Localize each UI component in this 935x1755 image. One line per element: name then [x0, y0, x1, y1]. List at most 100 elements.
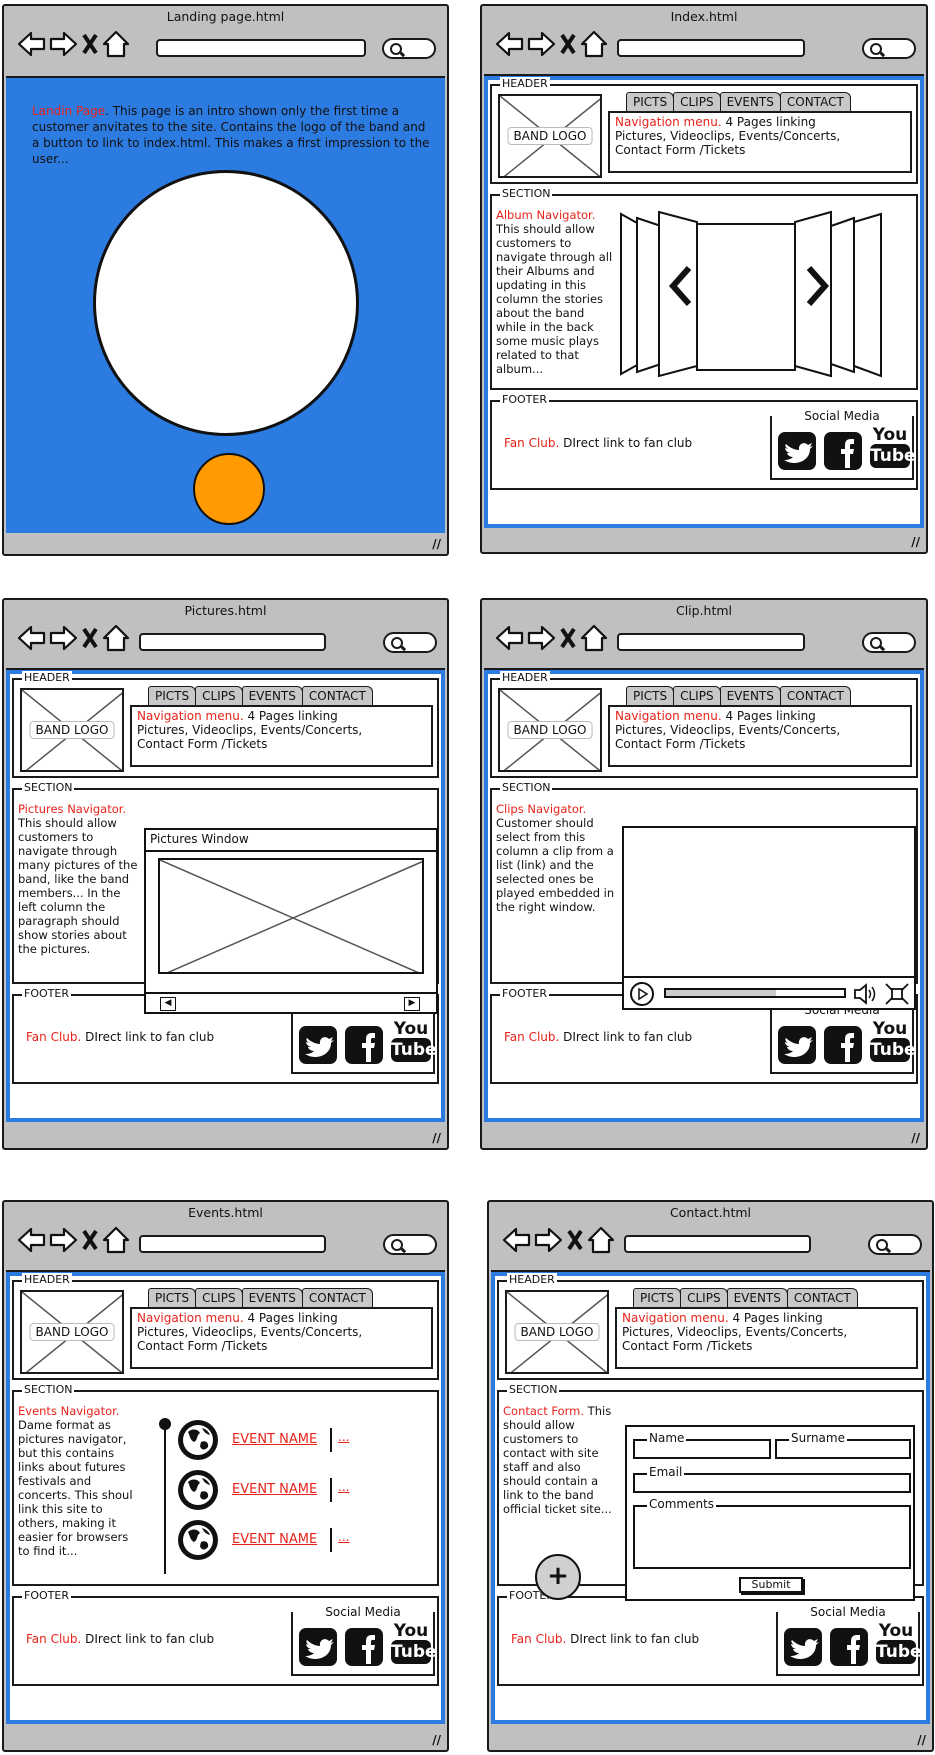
index-window: Index.html HEADER BAND LOGO PICTS CLIPS EVEN…: [480, 4, 928, 554]
band-logo[interactable]: BAND LOGO: [20, 1290, 124, 1374]
twitter-icon[interactable]: [299, 1026, 337, 1064]
youtube-icon[interactable]: You Tube: [391, 1622, 437, 1670]
tab-clips[interactable]: CLIPS: [195, 1288, 243, 1307]
address-bar[interactable]: [139, 633, 326, 651]
tab-clips[interactable]: CLIPS: [680, 1288, 728, 1307]
name-field[interactable]: Name: [633, 1431, 771, 1459]
search-field[interactable]: [383, 1234, 437, 1255]
twitter-icon[interactable]: [778, 1026, 816, 1064]
band-logo[interactable]: BAND LOGO: [498, 94, 602, 178]
tab-events[interactable]: EVENTS: [241, 686, 303, 705]
navigation-menu: Navigation menu. 4 Pages linking Pictures…: [608, 111, 912, 173]
search-field[interactable]: [862, 38, 916, 59]
progress-bar[interactable]: [664, 988, 846, 998]
tab-clips[interactable]: CLIPS: [673, 686, 721, 705]
tab-events[interactable]: EVENTS: [719, 92, 781, 111]
resize-grip-icon[interactable]: //: [911, 535, 920, 549]
facebook-icon[interactable]: [824, 1026, 862, 1064]
tab-contact[interactable]: CONTACT: [786, 1288, 858, 1307]
window-title: Events.html: [188, 1205, 263, 1220]
fan-club-link[interactable]: Fan Club. DIrect link to fan club: [504, 1030, 692, 1044]
tab-contact[interactable]: CONTACT: [779, 686, 851, 705]
search-field[interactable]: [862, 632, 916, 653]
facebook-icon[interactable]: [830, 1628, 868, 1666]
youtube-icon[interactable]: You Tube: [876, 1622, 922, 1670]
search-field[interactable]: [868, 1234, 922, 1255]
page-content: HEADER BAND LOGO PICTS CLIPS EVENTS CONTACT Na…: [6, 668, 445, 1122]
play-button-icon[interactable]: [630, 982, 654, 1006]
fan-club-link[interactable]: Fan Club. DIrect link to fan club: [511, 1632, 699, 1646]
comments-field[interactable]: Comments: [633, 1497, 911, 1569]
submit-button[interactable]: Submit: [739, 1577, 803, 1593]
resize-grip-icon[interactable]: //: [432, 537, 441, 551]
youtube-icon[interactable]: You Tube: [870, 1020, 916, 1068]
volume-icon[interactable]: [852, 982, 878, 1006]
facebook-icon[interactable]: [824, 432, 862, 470]
event-name-link[interactable]: EVENT NAME: [232, 1482, 317, 1497]
fan-club-link[interactable]: Fan Club. DIrect link to fan club: [26, 1030, 214, 1044]
events-window: Events.html HEADER BAND LOGO PICTS CLIPS EVE…: [2, 1200, 449, 1752]
tab-picts[interactable]: PICTS: [633, 1288, 682, 1307]
facebook-icon[interactable]: [345, 1026, 383, 1064]
page-content: HEADER BAND LOGO PICTS CLIPS EVENTS CONTACT Na…: [491, 1270, 930, 1724]
scroll-left-button[interactable]: ◀: [160, 997, 176, 1011]
search-field[interactable]: [382, 38, 436, 59]
band-logo[interactable]: BAND LOGO: [498, 688, 602, 772]
youtube-icon[interactable]: You Tube: [391, 1020, 437, 1068]
address-bar[interactable]: [139, 1235, 326, 1253]
tab-picts[interactable]: PICTS: [626, 686, 675, 705]
address-bar[interactable]: [156, 39, 366, 57]
tab-clips[interactable]: CLIPS: [195, 686, 243, 705]
window-title: Landing page.html: [166, 9, 285, 24]
facebook-icon[interactable]: [345, 1628, 383, 1666]
youtube-tube: Tube: [391, 1640, 437, 1664]
fan-title: Fan Club.: [504, 436, 560, 450]
event-name-link[interactable]: EVENT NAME: [232, 1432, 317, 1447]
surname-field[interactable]: Surname: [775, 1431, 911, 1459]
desc-title: Landin Page: [32, 104, 106, 118]
address-bar[interactable]: [617, 633, 805, 651]
event-more-link[interactable]: ...: [338, 1480, 349, 1494]
resize-grip-icon[interactable]: //: [917, 1733, 926, 1747]
event-more-link[interactable]: ...: [338, 1530, 349, 1544]
video-player[interactable]: [622, 826, 916, 1010]
tab-contact[interactable]: CONTACT: [779, 92, 851, 111]
tab-events[interactable]: EVENTS: [726, 1288, 788, 1307]
twitter-icon[interactable]: [299, 1628, 337, 1666]
timeline-handle[interactable]: [159, 1418, 171, 1430]
tab-picts[interactable]: PICTS: [148, 1288, 197, 1307]
scroll-right-button[interactable]: ▶: [404, 997, 420, 1011]
tab-events[interactable]: EVENTS: [241, 1288, 303, 1307]
fan-club-link[interactable]: Fan Club. DIrect link to fan club: [504, 436, 692, 450]
fan-text: DIrect link to fan club: [559, 1030, 693, 1044]
tab-picts[interactable]: PICTS: [626, 92, 675, 111]
search-field[interactable]: [383, 632, 437, 653]
section-label: SECTION: [22, 1383, 75, 1397]
event-name-link[interactable]: EVENT NAME: [232, 1532, 317, 1547]
address-bar[interactable]: [617, 39, 805, 57]
tab-contact[interactable]: CONTACT: [301, 1288, 373, 1307]
enter-button[interactable]: [193, 453, 265, 525]
twitter-icon[interactable]: [778, 432, 816, 470]
band-logo[interactable]: BAND LOGO: [505, 1290, 609, 1374]
tab-clips[interactable]: CLIPS: [673, 92, 721, 111]
resize-grip-icon[interactable]: //: [432, 1733, 441, 1747]
add-button[interactable]: +: [535, 1554, 581, 1600]
tab-picts[interactable]: PICTS: [148, 686, 197, 705]
fullscreen-icon[interactable]: [884, 982, 910, 1006]
fan-club-link[interactable]: Fan Club. DIrect link to fan club: [26, 1632, 214, 1646]
resize-grip-icon[interactable]: //: [432, 1131, 441, 1145]
desc-title: Album Navigator.: [496, 208, 596, 222]
tab-events[interactable]: EVENTS: [719, 686, 781, 705]
youtube-icon[interactable]: You Tube: [870, 426, 916, 474]
social-media-box: Social Media YouTube: [291, 1605, 437, 1676]
event-more-link[interactable]: ...: [338, 1430, 349, 1444]
email-field[interactable]: Email: [633, 1465, 911, 1493]
band-logo[interactable]: BAND LOGO: [20, 688, 124, 772]
address-bar[interactable]: [624, 1235, 811, 1253]
fan-text: DIrect link to fan club: [81, 1030, 215, 1044]
resize-grip-icon[interactable]: //: [911, 1131, 920, 1145]
fan-title: Fan Club.: [504, 1030, 560, 1044]
tab-contact[interactable]: CONTACT: [301, 686, 373, 705]
twitter-icon[interactable]: [784, 1628, 822, 1666]
